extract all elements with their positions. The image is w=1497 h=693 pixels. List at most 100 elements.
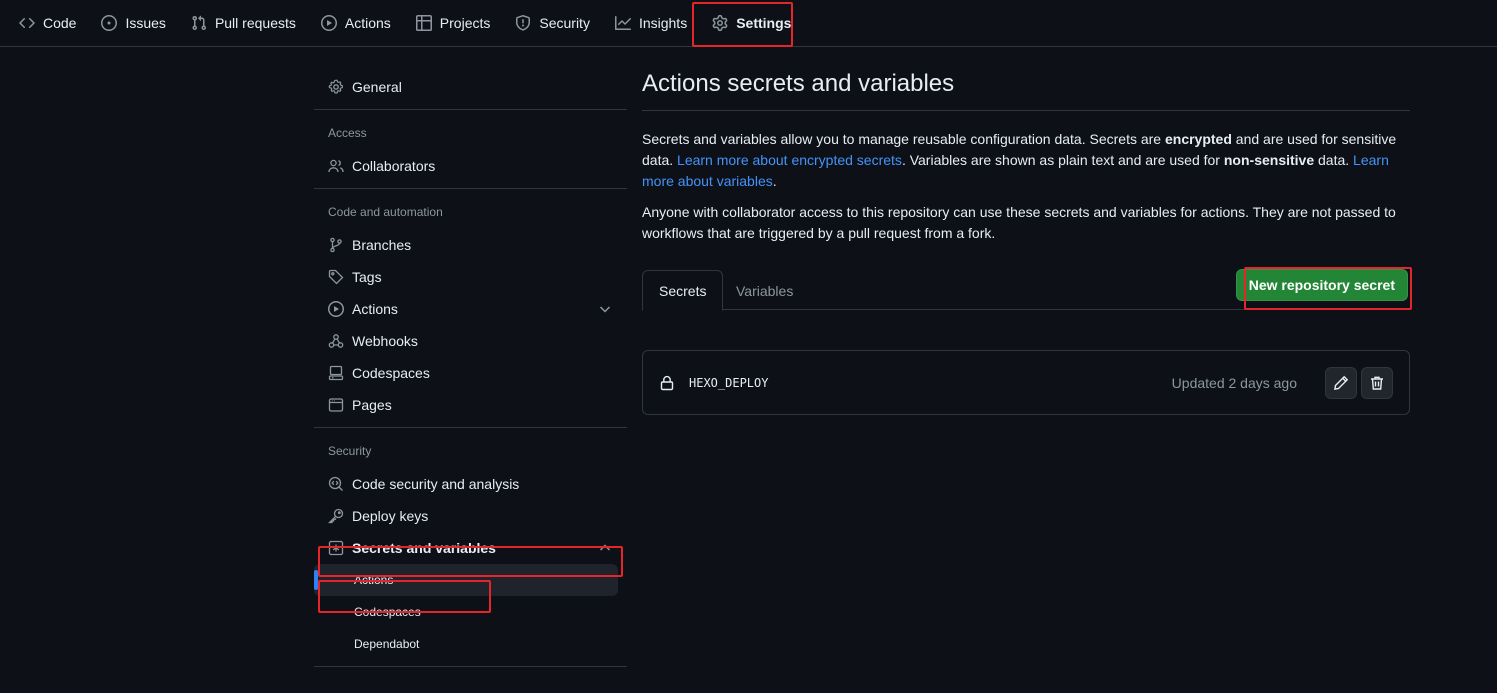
shield-icon [515, 15, 531, 31]
description-access: Anyone with collaborator access to this … [642, 204, 1396, 241]
sidebar-item-label: Actions [352, 301, 398, 317]
tabs: Secrets Variables New repository secret [642, 269, 1410, 311]
chevron-down-icon[interactable] [597, 301, 613, 317]
sidebar-item-general[interactable]: General [314, 71, 627, 103]
nav-insights-label: Insights [638, 15, 688, 31]
sidebar-item-deploy-keys[interactable]: Deploy keys [314, 500, 627, 532]
nav-actions[interactable]: Actions [312, 7, 400, 39]
table-icon [415, 15, 432, 31]
sidebar-item-label: Deploy keys [352, 508, 429, 524]
tab-variables[interactable]: Variables [720, 270, 809, 311]
code-icon [19, 15, 35, 31]
description-text: Secrets and variables allow you to manag… [642, 131, 1165, 147]
main-content: Actions secrets and variables Secrets an… [642, 70, 1410, 415]
nav-security[interactable]: Security [506, 7, 599, 39]
sidebar-subitem-codespaces[interactable]: Codespaces [314, 596, 618, 628]
description-text: data. [1314, 152, 1354, 168]
repo-nav: Code Issues Pull requests Actions Projec… [0, 0, 1497, 47]
asterisk-icon [328, 540, 344, 556]
sidebar-heading-security: Security [328, 444, 372, 458]
sidebar-item-branches[interactable]: Branches [314, 229, 627, 261]
trash-icon [1369, 375, 1385, 391]
description-secrets: Secrets and variables allow you to manag… [642, 129, 1410, 192]
sidebar-subitem-label: Codespaces [354, 605, 421, 619]
sidebar-item-label: Pages [352, 397, 392, 413]
sidebar-item-label: Webhooks [352, 333, 418, 349]
sidebar-item-label: Branches [352, 237, 412, 253]
sidebar-item-tags[interactable]: Tags [314, 261, 627, 293]
sidebar-item-label: Secrets and variables [352, 540, 496, 556]
divider [314, 427, 627, 428]
graph-icon [614, 15, 631, 31]
nav-insights[interactable]: Insights [606, 7, 696, 39]
description-text: . Variables are shown as plain text and … [901, 152, 1224, 168]
sidebar-item-collaborators[interactable]: Collaborators [314, 150, 627, 182]
divider [314, 188, 627, 189]
sidebar-item-webhooks[interactable]: Webhooks [314, 325, 627, 357]
sidebar-subitem-dependabot[interactable]: Dependabot [314, 628, 618, 660]
pull-request-icon [191, 15, 207, 31]
tag-icon [328, 269, 344, 285]
nav-code[interactable]: Code [10, 7, 85, 39]
codespaces-icon [328, 365, 344, 381]
sidebar-item-actions[interactable]: Actions [314, 293, 627, 325]
gear-icon [712, 15, 728, 31]
lock-icon [659, 375, 675, 391]
key-icon [328, 508, 344, 524]
secret-name: HEXO_DEPLOY [689, 375, 769, 390]
page-title: Actions secrets and variables [642, 70, 1410, 111]
nav-code-label: Code [43, 15, 77, 31]
branch-icon [328, 237, 344, 253]
sidebar-item-label: Tags [352, 269, 382, 285]
divider [314, 109, 627, 110]
secret-updated: Updated 2 days ago [1171, 374, 1297, 391]
description-bold: non-sensitive [1223, 152, 1315, 168]
button-label: New repository secret [1248, 277, 1395, 293]
sidebar-subitem-label: Dependabot [354, 637, 420, 651]
secret-row: HEXO_DEPLOY Updated 2 days ago [642, 350, 1410, 415]
new-repository-secret-button[interactable]: New repository secret [1235, 269, 1408, 301]
description-bold: encrypted [1164, 131, 1232, 147]
sidebar-heading-access: Access [328, 126, 367, 140]
nav-projects[interactable]: Projects [407, 7, 500, 39]
divider [314, 666, 627, 667]
tab-label: Variables [736, 282, 794, 299]
people-icon [328, 158, 344, 174]
delete-secret-button[interactable] [1361, 366, 1393, 399]
gear-icon [328, 79, 344, 95]
sidebar-item-label: General [352, 79, 402, 95]
sidebar-subitem-actions[interactable]: Actions [314, 564, 618, 596]
play-icon [328, 301, 344, 317]
nav-security-label: Security [539, 15, 590, 31]
nav-settings-label: Settings [736, 15, 792, 31]
codescan-icon [328, 476, 344, 492]
nav-pull-requests[interactable]: Pull requests [182, 7, 305, 39]
nav-pull-requests-label: Pull requests [214, 15, 296, 31]
sidebar-heading-code: Code and automation [328, 205, 443, 219]
sidebar-item-codespaces[interactable]: Codespaces [314, 357, 627, 389]
edit-secret-button[interactable] [1325, 366, 1357, 399]
pencil-icon [1333, 375, 1349, 391]
sidebar-item-secrets-and-variables[interactable]: Secrets and variables [314, 532, 627, 564]
tab-label: Secrets [659, 282, 707, 299]
sidebar-subitem-label: Actions [354, 573, 394, 587]
nav-issues[interactable]: Issues [92, 7, 174, 39]
play-icon [320, 15, 337, 31]
sidebar-item-pages[interactable]: Pages [314, 389, 627, 421]
sidebar-item-label: Code security and analysis [352, 476, 520, 492]
webhook-icon [328, 333, 344, 349]
sidebar-item-label: Codespaces [352, 365, 430, 381]
learn-more-encrypted-secrets-link[interactable]: Learn more about encrypted secrets [677, 152, 902, 168]
nav-issues-label: Issues [125, 15, 166, 31]
sidebar-item-label: Collaborators [352, 158, 436, 174]
sidebar-item-code-security[interactable]: Code security and analysis [314, 468, 627, 500]
tab-secrets[interactable]: Secrets [642, 270, 724, 311]
browser-icon [328, 397, 344, 413]
chevron-up-icon[interactable] [597, 540, 613, 556]
description-text: . [772, 173, 777, 189]
nav-actions-label: Actions [344, 15, 391, 31]
nav-settings[interactable]: Settings [703, 7, 800, 39]
nav-projects-label: Projects [439, 15, 491, 31]
issue-icon [101, 15, 118, 31]
settings-sidebar: General Access Collaborators Code and au… [314, 66, 627, 677]
